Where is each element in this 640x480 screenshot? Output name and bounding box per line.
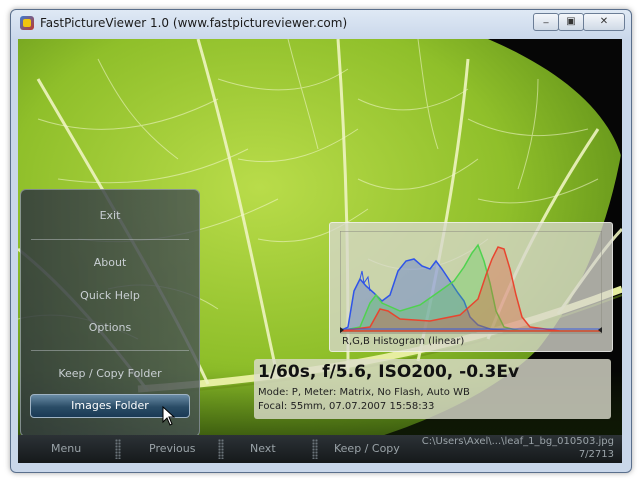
exif-panel: 1/60s, f/5.6, ISO200, -0.3Ev Mode: P, Me… (254, 359, 611, 419)
histogram-label: R,G,B Histogram (linear) (342, 336, 465, 347)
side-menu: Exit About Quick Help Options Keep / Cop… (20, 189, 200, 437)
maximize-button[interactable]: ▣ (558, 13, 584, 31)
window-title: FastPictureViewer 1.0 (www.fastpicturevi… (40, 16, 348, 30)
exposure-info: 1/60s, f/5.6, ISO200, -0.3Ev (258, 362, 520, 382)
bottom-toolbar: Menu Previous Next Keep / Copy C:\Users\… (18, 435, 622, 463)
mode-info: Mode: P, Meter: Matrix, No Flash, Auto W… (258, 387, 470, 398)
minimize-button[interactable]: _ (533, 13, 559, 31)
image-viewport[interactable]: Exit About Quick Help Options Keep / Cop… (18, 39, 622, 463)
histogram-panel: R,G,B Histogram (linear) (329, 222, 613, 352)
menu-quick-help[interactable]: Quick Help (21, 289, 199, 302)
grip-separator (115, 439, 121, 459)
mouse-cursor-icon (162, 406, 176, 426)
keep-copy-button[interactable]: Keep / Copy (334, 442, 400, 455)
menu-options[interactable]: Options (21, 321, 199, 334)
next-button[interactable]: Next (250, 442, 276, 455)
file-counter: 7/2713 (578, 449, 614, 460)
grip-separator (312, 439, 318, 459)
maximize-icon: ▣ (566, 16, 576, 27)
previous-button[interactable]: Previous (149, 442, 196, 455)
focal-info: Focal: 55mm, 07.07.2007 15:58:33 (258, 401, 435, 412)
close-icon: ✕ (599, 16, 609, 27)
menu-separator (31, 350, 189, 351)
app-window: FastPictureViewer 1.0 (www.fastpicturevi… (10, 9, 632, 473)
minimize-icon: _ (543, 13, 549, 24)
menu-button[interactable]: Menu (51, 442, 81, 455)
close-button[interactable]: ✕ (583, 13, 625, 31)
histogram-chart (340, 231, 602, 334)
menu-exit[interactable]: Exit (21, 209, 199, 222)
app-icon (20, 16, 34, 30)
title-bar[interactable]: FastPictureViewer 1.0 (www.fastpicturevi… (11, 10, 631, 38)
grip-separator (218, 439, 224, 459)
menu-separator (31, 239, 189, 240)
menu-keep-copy-folder[interactable]: Keep / Copy Folder (21, 367, 199, 380)
file-path: C:\Users\Axel\...\leaf_1_bg_010503.jpg (421, 436, 614, 447)
menu-about[interactable]: About (21, 256, 199, 269)
